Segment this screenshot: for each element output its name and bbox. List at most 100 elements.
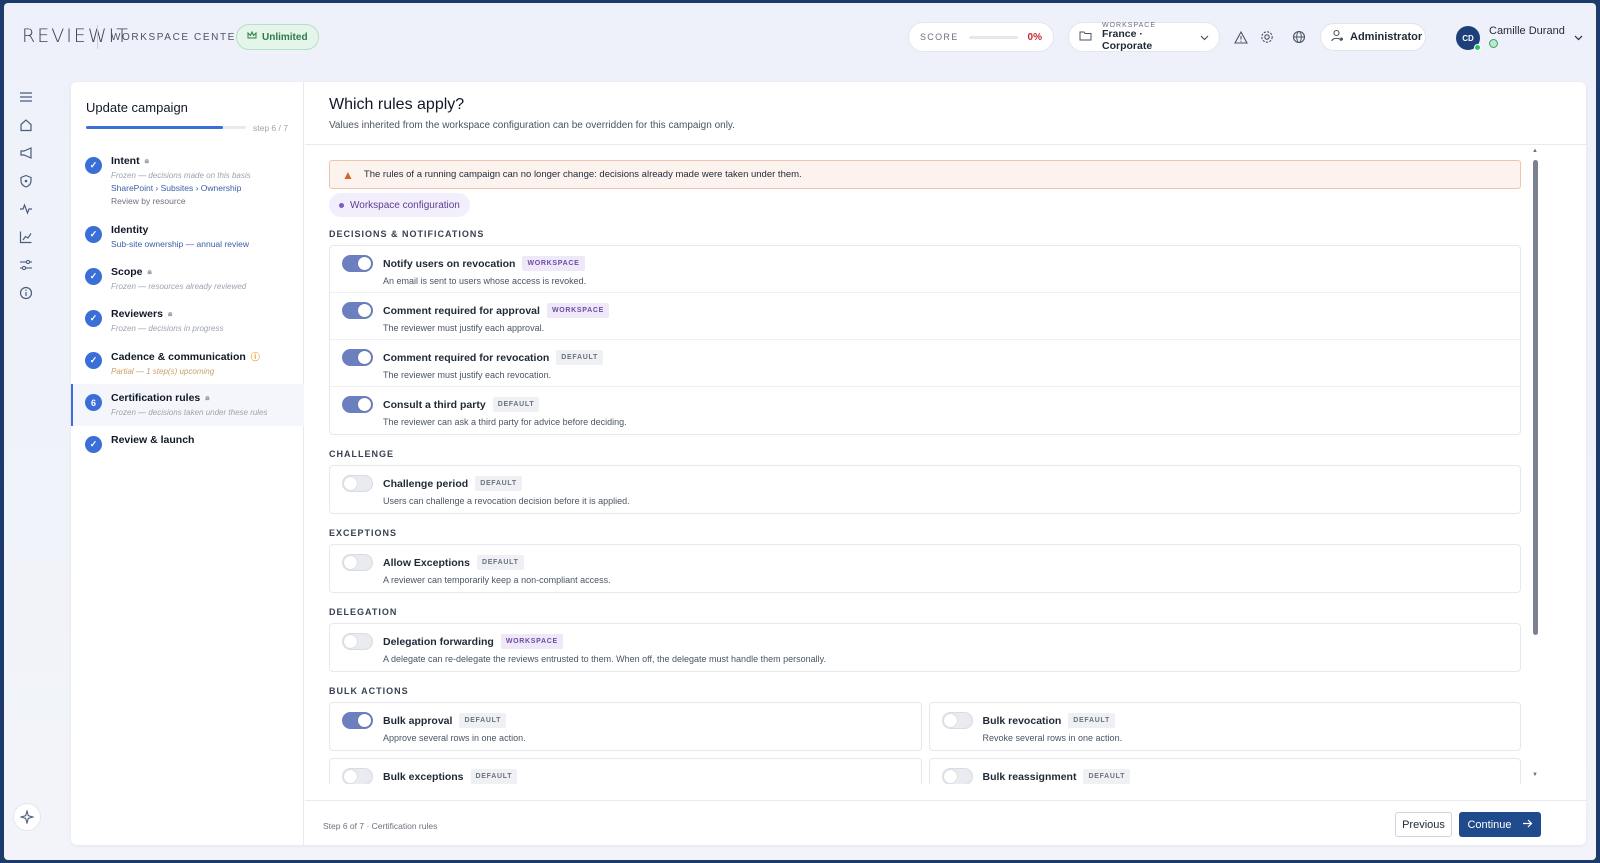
source-tag: DEFAULT xyxy=(492,397,540,412)
step-certification-rules[interactable]: 6 Certification rules 🔒︎ Frozen — decisio… xyxy=(71,384,304,426)
steps-progress-bar xyxy=(86,126,246,129)
rule-allow-exceptions: Allow Exceptions DEFAULT A reviewer can t… xyxy=(330,545,1520,592)
step-name: Intent xyxy=(111,155,140,167)
rule-title: Comment required for revocation xyxy=(383,351,550,364)
side-rail xyxy=(14,85,38,309)
chevron-down-icon xyxy=(1574,30,1583,44)
step-scope[interactable]: ✓ Scope 🔒︎ Frozen — resources already rev… xyxy=(71,266,304,291)
source-tag: DEFAULT xyxy=(459,713,507,728)
menu-icon[interactable] xyxy=(14,85,38,109)
wizard-panel: Update campaign step 6 / 7 ✓ Intent 🔒︎ Fr… xyxy=(71,82,1586,845)
source-tag: WORKSPACE xyxy=(546,303,610,318)
toggle-comment-revocation[interactable] xyxy=(342,349,373,366)
assistant-icon[interactable] xyxy=(13,803,41,831)
workspace-config-chip[interactable]: Workspace configuration xyxy=(329,193,470,217)
toggle-notify[interactable] xyxy=(342,255,373,272)
rules-scroll-area[interactable]: ▲ The rules of a running campaign can no… xyxy=(329,160,1521,784)
rule-comment-approval: Comment required for approval WORKSPACE T… xyxy=(330,293,1520,340)
source-tag: DEFAULT xyxy=(1068,713,1115,728)
toggle-allow-exceptions[interactable] xyxy=(342,554,373,571)
avatar-initials: CD xyxy=(1462,33,1474,43)
rule-description: The reviewer must justify each approval. xyxy=(383,323,545,333)
arrow-right-icon xyxy=(1522,819,1533,831)
source-tag: DEFAULT xyxy=(470,769,518,784)
footer-status: Step 6 of 7 · Certification rules xyxy=(323,821,438,831)
scrollbar[interactable]: ▲ ▼ xyxy=(1531,148,1539,778)
scroll-up-icon[interactable]: ▲ xyxy=(1532,148,1538,154)
section-bulk: BULK ACTIONS xyxy=(329,686,409,696)
toggle-challenge-period[interactable] xyxy=(342,475,373,492)
shield-icon[interactable] xyxy=(14,169,38,193)
steps-count: step 6 / 7 xyxy=(253,123,288,133)
step-number: 6 xyxy=(85,394,102,411)
steps-sidebar: Update campaign step 6 / 7 ✓ Intent 🔒︎ Fr… xyxy=(71,82,304,845)
role-label: Administrator xyxy=(1350,31,1423,43)
rule-title: Bulk reassignment xyxy=(982,770,1077,783)
continue-button[interactable]: Continue xyxy=(1459,812,1541,837)
rule-bulk-reassignment: Bulk reassignment DEFAULT xyxy=(930,759,1521,784)
verified-icon xyxy=(1489,39,1498,48)
toggle-bulk-exceptions[interactable] xyxy=(342,768,373,784)
section-decisions: DECISIONS & NOTIFICATIONS xyxy=(329,229,485,239)
toggle-comment-approval[interactable] xyxy=(342,302,373,319)
alert-icon[interactable] xyxy=(1232,28,1250,46)
step-review-launch[interactable]: ✓ Review & launch xyxy=(71,434,304,453)
globe-icon[interactable] xyxy=(1290,28,1308,46)
rule-title: Allow Exceptions xyxy=(383,556,470,569)
user-gear-icon xyxy=(1331,29,1344,45)
wizard-title: Update campaign xyxy=(86,100,188,115)
toggle-delegation-forwarding[interactable] xyxy=(342,633,373,650)
chip-label: Workspace configuration xyxy=(350,199,460,211)
megaphone-icon[interactable] xyxy=(14,141,38,165)
plan-badge: Unlimited xyxy=(236,24,319,50)
step-name: Scope xyxy=(111,266,143,278)
step-detail: Sub-site ownership — annual review xyxy=(111,239,249,249)
frozen-alert: ▲ The rules of a running campaign can no… xyxy=(329,160,1521,189)
section-exceptions: EXCEPTIONS xyxy=(329,528,398,538)
chart-icon[interactable] xyxy=(14,225,38,249)
step-name: Certification rules xyxy=(111,392,201,404)
score-label: SCORE xyxy=(920,32,959,42)
source-tag: WORKSPACE xyxy=(522,256,585,271)
role-button[interactable]: Administrator xyxy=(1320,23,1426,51)
step-meta: Review by resource xyxy=(111,196,186,206)
info-icon[interactable] xyxy=(14,281,38,305)
gear-icon[interactable] xyxy=(1258,28,1276,46)
scroll-thumb[interactable] xyxy=(1533,160,1538,635)
page-title: Which rules apply? xyxy=(329,96,465,113)
online-status-dot xyxy=(1474,44,1481,51)
toggle-third-party[interactable] xyxy=(342,396,373,413)
source-tag: DEFAULT xyxy=(1083,769,1131,784)
rule-description: A delegate can re-delegate the reviews e… xyxy=(383,654,826,664)
rule-description: Users can challenge a revocation decisio… xyxy=(383,496,630,506)
steps-progress-fill xyxy=(86,126,224,129)
score-widget[interactable]: SCORE 0% xyxy=(908,22,1054,52)
activity-icon[interactable] xyxy=(14,197,38,221)
step-name: Identity xyxy=(111,224,149,236)
user-menu[interactable]: CD Camille Durand xyxy=(1456,23,1583,51)
divider xyxy=(305,144,1586,145)
top-header: REVIEWIT WORKSPACE CENTER Unlimited SCOR… xyxy=(4,3,1596,67)
crown-icon xyxy=(247,30,257,43)
rule-delegation-forwarding: Delegation forwarding WORKSPACE A delegat… xyxy=(330,624,1520,671)
scroll-down-icon[interactable]: ▼ xyxy=(1532,772,1538,778)
content-area: Which rules apply? Values inherited from… xyxy=(305,82,1586,845)
workspace-select[interactable]: WORKSPACE France · Corporate xyxy=(1068,22,1220,52)
step-cadence[interactable]: ✓ Cadence & communication ⓘ Partial — 1 s… xyxy=(71,350,304,376)
step-identity[interactable]: ✓ Identity Sub-site ownership — annual r… xyxy=(71,224,304,249)
previous-button[interactable]: Previous xyxy=(1395,812,1452,837)
sliders-icon[interactable] xyxy=(14,253,38,277)
folder-icon xyxy=(1079,30,1092,44)
lock-icon: 🔒︎ xyxy=(147,267,152,276)
rule-description: An email is sent to users whose access i… xyxy=(383,276,587,286)
home-icon[interactable] xyxy=(14,113,38,137)
section-delegation: DELEGATION xyxy=(329,607,398,617)
warning-icon: ▲ xyxy=(342,167,354,182)
rule-challenge-period: Challenge period DEFAULT Users can challe… xyxy=(330,466,1520,513)
step-reviewers[interactable]: ✓ Reviewers 🔒︎ Frozen — decisions in prog… xyxy=(71,308,304,333)
toggle-bulk-revocation[interactable] xyxy=(941,712,973,729)
toggle-bulk-approval[interactable] xyxy=(342,712,373,729)
step-intent[interactable]: ✓ Intent 🔒︎ Frozen — decisions made on th… xyxy=(71,155,304,206)
toggle-bulk-reassignment[interactable] xyxy=(941,768,973,784)
bulk-card: Bulk reassignment DEFAULT xyxy=(928,758,1521,784)
